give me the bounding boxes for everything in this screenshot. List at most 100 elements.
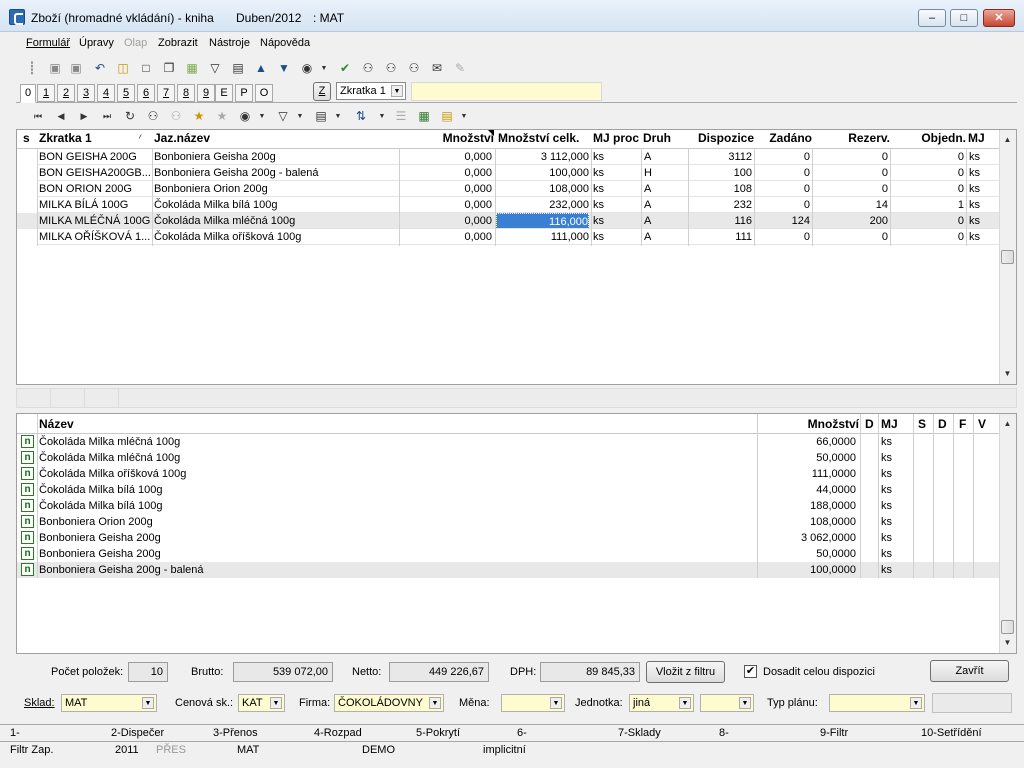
cell-objedn[interactable]: 0 [891, 165, 964, 181]
cell-mj[interactable]: ks [881, 498, 909, 514]
chevron-down-icon[interactable]: ▼ [292, 108, 308, 124]
new-document-icon[interactable]: □ [138, 60, 154, 76]
scroll-down-icon[interactable]: ▼ [1000, 366, 1015, 381]
find-all-icon[interactable]: ⚇ [406, 60, 422, 76]
cell-mnozstvi[interactable]: 0,000 [400, 197, 492, 213]
cell-mnozstvi[interactable]: 0,000 [400, 149, 492, 165]
chevron-down-icon[interactable]: ▼ [330, 108, 346, 124]
notes-icon[interactable]: ▤ [439, 108, 455, 124]
cell-dispozice[interactable]: 3112 [689, 149, 752, 165]
col-d[interactable]: D [865, 416, 877, 432]
cell-objedn[interactable]: 0 [891, 213, 964, 229]
cenova-select[interactable]: KAT ▼ [238, 694, 285, 712]
fkey-5[interactable]: 5-Pokrytí [416, 727, 460, 739]
insert-from-filter-button[interactable]: Vložit z filtru [646, 661, 725, 683]
col-mnozstvi[interactable]: Množství [417, 130, 494, 146]
cell-zadano[interactable]: 0 [755, 149, 810, 165]
cell-druh[interactable]: A [644, 197, 684, 213]
sort-select[interactable]: Zkratka 1 ▼ [336, 82, 406, 100]
chevron-down-icon[interactable]: ▼ [456, 108, 472, 124]
excel-icon[interactable]: ▦ [416, 108, 432, 124]
list-item[interactable]: n Čokoláda Milka mléčná 100g 66,0000 ks [17, 434, 1000, 450]
cell-dispozice[interactable]: 232 [689, 197, 752, 213]
menu-nastroje[interactable]: Nástroje [209, 37, 250, 49]
list-item[interactable]: n Bonboniera Geisha 200g - balená 100,0000… [17, 562, 1000, 578]
list-item[interactable]: n Čokoláda Milka oříšková 100g 111,0000 ks [17, 466, 1000, 482]
cell-celk[interactable]: 100,000 [496, 165, 589, 181]
cell-nazev[interactable]: Bonboniera Geisha 200g [39, 530, 739, 546]
cell-mj-proc[interactable]: ks [593, 229, 640, 245]
tab-0[interactable]: 0 [20, 84, 36, 103]
cell-name[interactable]: Čokoláda Milka bílá 100g [154, 197, 398, 213]
menu-zobrazit[interactable]: Zobrazit [158, 37, 198, 49]
cell-zkratka[interactable]: BON ORION 200G [39, 181, 151, 197]
chevron-down-icon[interactable]: ▼ [374, 108, 390, 124]
col-mj[interactable]: MJ [968, 130, 993, 146]
splitter-bar[interactable] [16, 388, 1017, 408]
cell-druh[interactable]: A [644, 181, 684, 197]
cell-mnozstvi[interactable]: 100,0000 [759, 562, 856, 578]
last-record-icon[interactable]: ⏭ [99, 108, 115, 124]
cell-mnozstvi[interactable]: 111,0000 [759, 466, 856, 482]
table-row[interactable]: MILKA MLÉČNÁ 100G Čokoláda Milka mléčná 1… [17, 213, 1000, 229]
cell-mnozstvi[interactable]: 0,000 [400, 165, 492, 181]
maximize-icon[interactable]: □ [950, 9, 978, 27]
tab-o[interactable]: O [255, 84, 273, 102]
tab-5[interactable]: 5 [117, 84, 135, 102]
jednotka2-select[interactable]: ▼ [700, 694, 754, 712]
cell-dispozice[interactable]: 111 [689, 229, 752, 245]
cell-nazev[interactable]: Bonboniera Geisha 200g [39, 546, 739, 562]
arrow-up-icon[interactable]: ▲ [253, 60, 269, 76]
tab-7[interactable]: 7 [157, 84, 175, 102]
menu-formular[interactable]: Formulář [26, 37, 70, 49]
first-record-icon[interactable]: ⏮ [30, 108, 46, 124]
col-nazev[interactable]: Název [39, 416, 239, 432]
table-row[interactable]: BON GEISHA 200G Bonboniera Geisha 200g 0,0… [17, 149, 1000, 165]
cell-nazev[interactable]: Čokoláda Milka bílá 100g [39, 498, 739, 514]
fkey-1[interactable]: 1- [10, 727, 20, 739]
cell-mj[interactable]: ks [881, 450, 909, 466]
tab-9[interactable]: 9 [197, 84, 215, 102]
cell-mj-proc[interactable]: ks [593, 213, 640, 229]
cell-mnozstvi[interactable]: 188,0000 [759, 498, 856, 514]
cell-mj[interactable]: ks [969, 229, 994, 245]
open-folder-icon[interactable]: ◫ [115, 60, 131, 76]
col-dd[interactable]: D [938, 416, 952, 432]
z-button[interactable]: Z [313, 82, 331, 101]
arrow-down-icon[interactable]: ▼ [276, 60, 292, 76]
col-s[interactable]: S [918, 416, 932, 432]
col-zkratka[interactable]: Zkratka 1 [39, 130, 139, 146]
tab-2[interactable]: 2 [57, 84, 75, 102]
cell-zkratka[interactable]: MILKA MLÉČNÁ 100G [39, 213, 151, 229]
table-row[interactable]: MILKA OŘÍŠKOVÁ 1... Čokoláda Milka oříško… [17, 229, 1000, 245]
fkey-7[interactable]: 7-Sklady [618, 727, 661, 739]
cell-mj[interactable]: ks [969, 165, 994, 181]
cell-objedn[interactable]: 0 [891, 181, 964, 197]
cell-mj[interactable]: ks [881, 546, 909, 562]
list-item[interactable]: n Čokoláda Milka bílá 100g 44,0000 ks [17, 482, 1000, 498]
jednotka-select[interactable]: jiná ▼ [629, 694, 694, 712]
cell-mnozstvi[interactable]: 0,000 [400, 229, 492, 245]
check-filter-icon[interactable]: ✔ [337, 60, 353, 76]
cell-name[interactable]: Bonboniera Geisha 200g - balená [154, 165, 398, 181]
cell-druh[interactable]: A [644, 149, 684, 165]
menu-upravy[interactable]: Úpravy [79, 37, 114, 49]
col-zadano[interactable]: Zadáno [755, 130, 812, 146]
cell-nazev[interactable]: Bonboniera Orion 200g [39, 514, 739, 530]
edit-icon[interactable]: ✎ [452, 60, 468, 76]
cell-rezerv[interactable]: 14 [813, 197, 888, 213]
cell-nazev[interactable]: Čokoláda Milka mléčná 100g [39, 434, 739, 450]
scroll-up-icon[interactable]: ▲ [1000, 132, 1015, 147]
cell-mj[interactable]: ks [881, 514, 909, 530]
cell-mj-proc[interactable]: ks [593, 181, 640, 197]
undo-icon[interactable]: ↶ [92, 60, 108, 76]
find-next-icon[interactable]: ⚇ [383, 60, 399, 76]
cell-mj[interactable]: ks [881, 562, 909, 578]
selected-grid-scrollbar[interactable]: ▲ ▼ [999, 414, 1016, 653]
items-grid-scrollbar[interactable]: ▲ ▼ [999, 130, 1016, 384]
cell-mj[interactable]: ks [881, 434, 909, 450]
camera-icon[interactable]: ◉ [237, 108, 253, 124]
col-s[interactable]: s [23, 130, 37, 146]
columns-icon[interactable]: ▤ [313, 108, 329, 124]
cell-rezerv[interactable]: 0 [813, 181, 888, 197]
